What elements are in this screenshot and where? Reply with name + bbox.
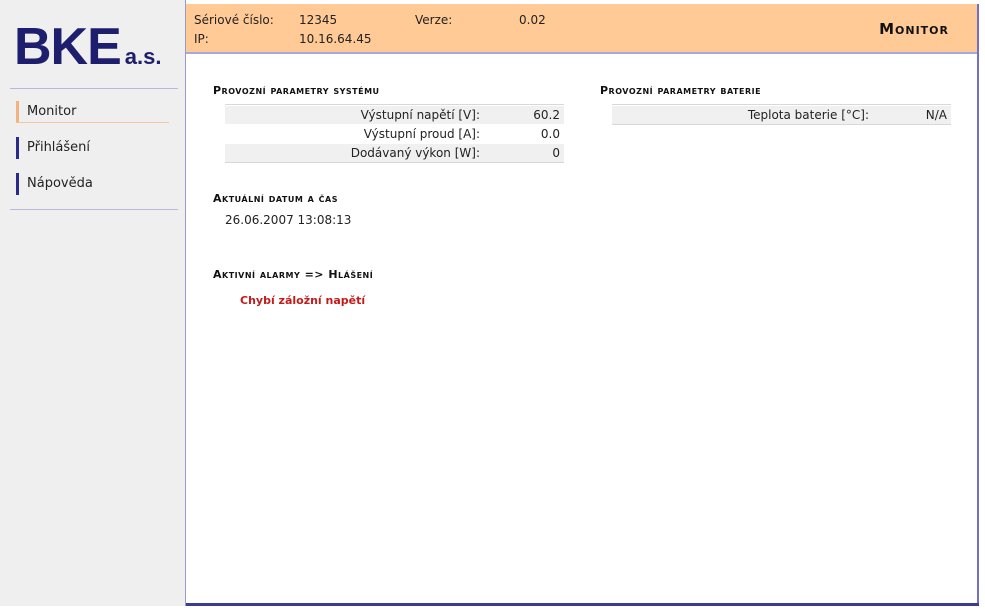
version-value: 0.02 <box>519 13 546 27</box>
param-label: Teplota baterie [°C]: <box>747 108 869 122</box>
table-row: Výstupní napětí [V]: 60.2 <box>225 105 564 125</box>
sidebar-item-monitor[interactable]: Monitor <box>16 101 169 123</box>
sidebar-divider-top <box>10 88 178 89</box>
frame-border-right <box>977 4 979 606</box>
sidebar: BKE a.s. Monitor Přihlášení Nápověda <box>0 0 186 606</box>
page-title: Monitor <box>879 20 949 38</box>
ip-value: 10.16.64.45 <box>299 32 372 46</box>
sidebar-divider-bottom <box>10 209 178 210</box>
param-value: N/A <box>925 108 947 122</box>
ip-label: IP: <box>194 32 209 46</box>
sidebar-item-label: Přihlášení <box>27 140 91 155</box>
param-value: 0 <box>552 146 560 160</box>
param-value: 60.2 <box>533 108 560 122</box>
param-label: Výstupní napětí [V]: <box>360 108 480 122</box>
sidebar-item-label: Monitor <box>27 104 77 119</box>
frame-border-bottom <box>186 603 979 606</box>
system-params-bottom-rule <box>225 162 564 163</box>
logo-suffix: a.s. <box>124 44 162 69</box>
version-label: Verze: <box>415 13 453 27</box>
table-row: Výstupní proud [A]: 0.0 <box>225 124 564 144</box>
param-value: 0.0 <box>540 127 560 141</box>
sidebar-item-help[interactable]: Nápověda <box>16 173 169 195</box>
param-label: Výstupní proud [A]: <box>363 127 480 141</box>
alarm-item: Chybí záložní napětí <box>240 294 366 307</box>
battery-params-bottom-rule <box>612 124 951 125</box>
bke-logo: BKE a.s. <box>14 18 162 76</box>
param-label: Dodávaný výkon [W]: <box>350 146 480 160</box>
datetime-value: 26.06.2007 13:08:13 <box>225 213 352 227</box>
datetime-heading: Aktuální datum a čas <box>213 192 339 205</box>
serial-value: 12345 <box>299 13 338 27</box>
alarms-heading: Aktivní alarmy => Hlášení <box>213 268 373 281</box>
table-row: Dodávaný výkon [W]: 0 <box>225 143 564 163</box>
header-bar: Sériové číslo: 12345 Verze: 0.02 IP: 10.… <box>186 4 977 54</box>
system-params-heading: Provozní parametry systému <box>213 84 380 97</box>
alarms-heading-text: Aktivní alarmy => <box>213 268 329 281</box>
sidebar-item-login[interactable]: Přihlášení <box>16 137 169 159</box>
logo-main: BKE <box>14 18 122 76</box>
serial-label: Sériové číslo: <box>194 13 274 27</box>
table-row: Teplota baterie [°C]: N/A <box>612 105 951 125</box>
reports-link[interactable]: Hlášení <box>328 268 373 281</box>
battery-params-heading: Provozní parametry baterie <box>600 84 762 97</box>
sidebar-item-label: Nápověda <box>27 176 93 191</box>
